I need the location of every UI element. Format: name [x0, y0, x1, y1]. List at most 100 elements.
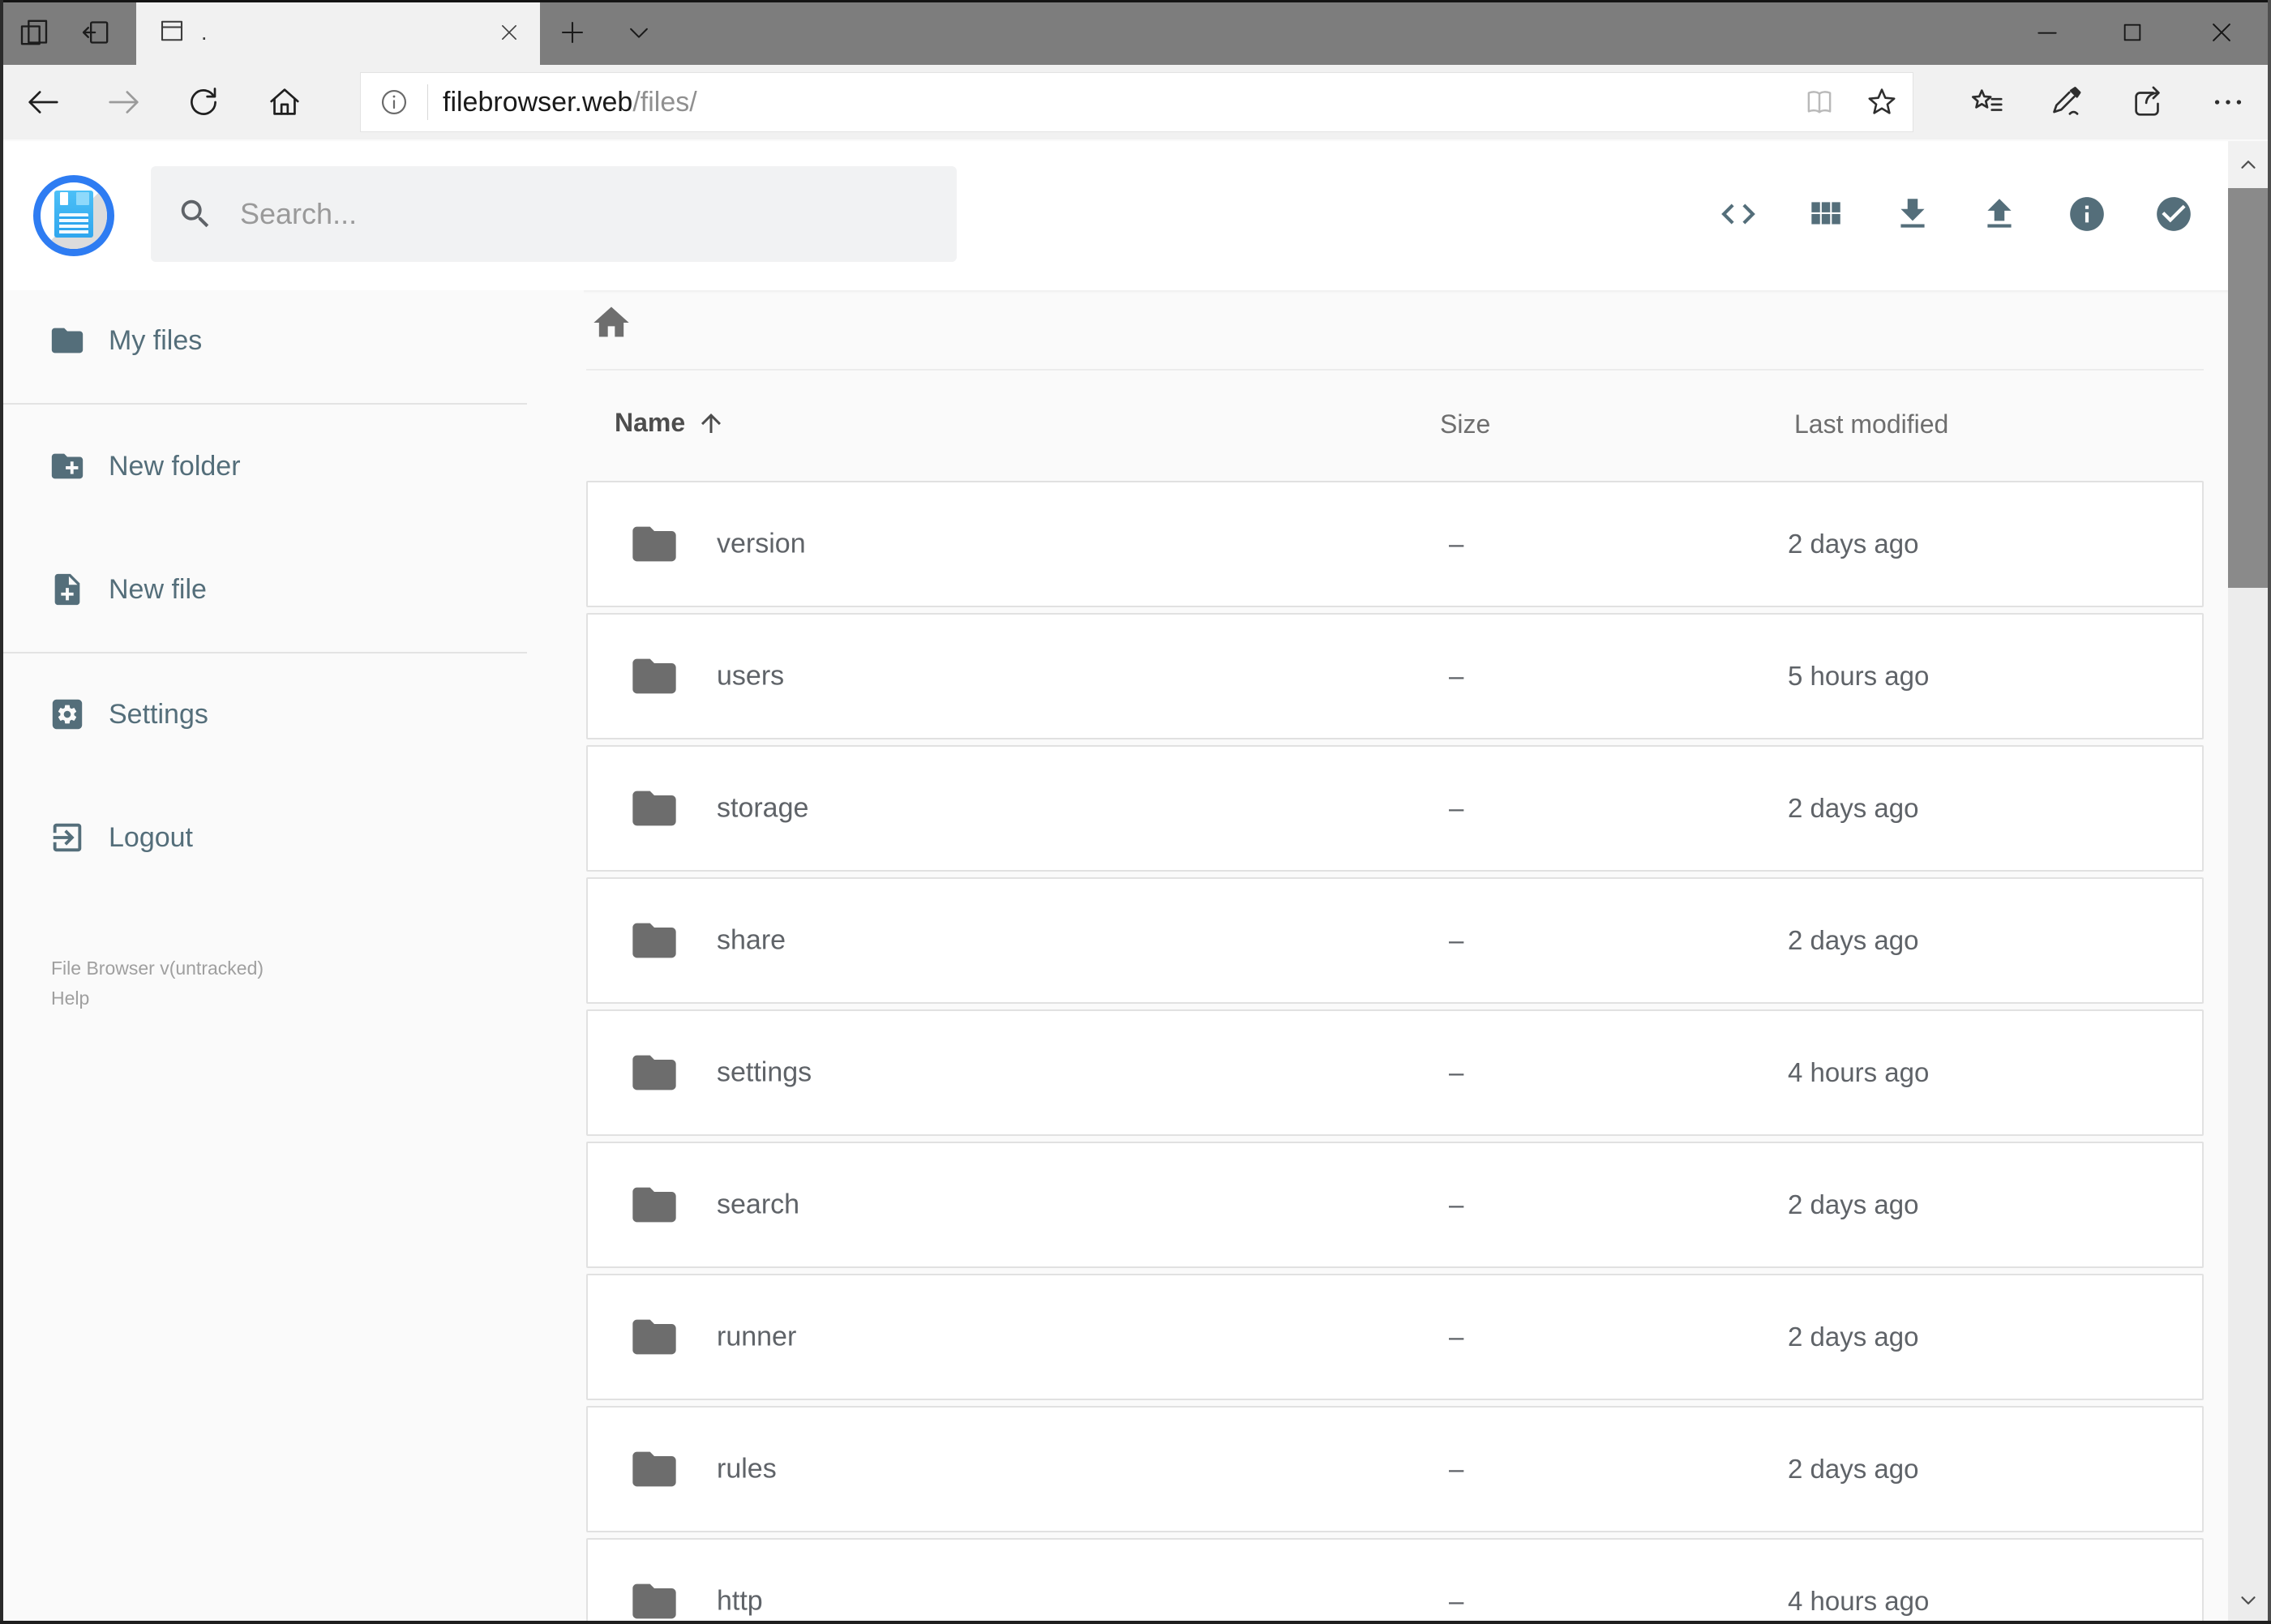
scroll-down-icon[interactable] — [2228, 1577, 2268, 1624]
add-favorite-star-icon[interactable] — [1864, 84, 1900, 120]
folder-icon — [632, 1187, 676, 1223]
file-size: – — [1449, 793, 1464, 823]
scrollbar-thumb[interactable] — [2228, 188, 2268, 588]
minimize-icon[interactable] — [2025, 11, 2070, 54]
column-header-size[interactable]: Size — [1440, 409, 1490, 439]
sidebar-item-label: New file — [109, 573, 207, 605]
search-icon — [181, 199, 209, 228]
file-row[interactable]: share – 2 days ago — [586, 877, 2204, 1004]
file-size: – — [1449, 1586, 1464, 1616]
file-row[interactable]: runner – 2 days ago — [586, 1274, 2204, 1400]
file-size: – — [1449, 1189, 1464, 1219]
search-box[interactable] — [151, 166, 957, 262]
reading-view-icon[interactable] — [1802, 85, 1836, 119]
window-border-right — [2268, 0, 2271, 1624]
sidebar-item-new-folder[interactable]: New folder — [0, 439, 568, 493]
folder-icon — [632, 1451, 676, 1487]
file-modified: 2 days ago — [1788, 529, 1919, 559]
breadcrumb-home-icon[interactable] — [590, 302, 632, 348]
forward-icon[interactable] — [105, 84, 143, 121]
file-modified: 4 hours ago — [1788, 1586, 1930, 1616]
file-name: storage — [717, 792, 809, 824]
sidebar-item-label: Logout — [109, 821, 193, 853]
settings-more-icon[interactable] — [2209, 84, 2247, 121]
window-border-bottom — [0, 1621, 2271, 1624]
file-name: http — [717, 1585, 763, 1617]
page-icon — [157, 16, 186, 49]
folder-icon — [632, 923, 676, 958]
file-modified: 2 days ago — [1788, 925, 1919, 955]
tab-dropdown-icon[interactable] — [618, 11, 660, 54]
file-size: – — [1449, 1454, 1464, 1484]
web-notes-pen-icon[interactable] — [2049, 84, 2086, 121]
file-name: search — [717, 1189, 800, 1220]
back-icon[interactable] — [24, 84, 62, 121]
maximize-icon[interactable] — [2110, 11, 2155, 54]
tab-close-icon[interactable] — [498, 21, 521, 44]
search-input[interactable] — [238, 196, 941, 232]
column-header-name[interactable]: Name — [615, 408, 726, 438]
titlebar: . — [0, 0, 2271, 65]
new-tab-icon[interactable] — [551, 11, 593, 54]
scroll-up-icon[interactable] — [2228, 141, 2268, 188]
listing-header: Name Size Last modified — [586, 408, 2204, 447]
refresh-icon[interactable] — [185, 84, 222, 121]
share-icon[interactable] — [2129, 84, 2166, 121]
sidebar-item-label: New folder — [109, 450, 241, 482]
file-name: rules — [717, 1453, 777, 1485]
close-window-icon[interactable] — [2199, 11, 2244, 54]
vertical-scrollbar — [2228, 141, 2268, 1624]
url-text: filebrowser.web/files/ — [443, 87, 697, 118]
code-icon[interactable] — [1718, 194, 1759, 234]
settings-gear-icon — [52, 699, 83, 730]
address-bar[interactable]: filebrowser.web/files/ — [360, 72, 1913, 132]
set-tabs-aside-icon[interactable] — [75, 11, 117, 54]
check-circle-icon[interactable] — [2153, 194, 2194, 234]
url-path: /files/ — [632, 86, 697, 118]
sidebar-item-new-file[interactable]: New file — [0, 563, 568, 616]
browser-tab[interactable]: . — [136, 0, 540, 65]
folder-icon — [632, 1055, 676, 1091]
upload-icon[interactable] — [1979, 194, 2020, 234]
site-info-icon[interactable] — [379, 87, 409, 118]
file-modified: 2 days ago — [1788, 1454, 1919, 1484]
file-row[interactable]: settings – 4 hours ago — [586, 1009, 2204, 1136]
sidebar-item-my-files[interactable]: My files — [0, 314, 568, 367]
file-name: share — [717, 924, 786, 956]
tab-preview-icon[interactable] — [13, 11, 55, 54]
info-icon[interactable] — [2067, 194, 2107, 234]
floppy-disk-icon — [54, 191, 93, 238]
tab-title: . — [201, 19, 208, 45]
file-name: settings — [717, 1056, 812, 1088]
window-border-top — [0, 0, 2271, 2]
sidebar-item-logout[interactable]: Logout — [0, 811, 568, 864]
sort-ascending-icon — [701, 413, 722, 433]
column-header-modified[interactable]: Last modified — [1794, 409, 1948, 439]
file-row[interactable]: http – 4 hours ago — [586, 1538, 2204, 1624]
file-name: version — [717, 528, 806, 559]
file-row[interactable]: rules – 2 days ago — [586, 1406, 2204, 1532]
home-icon[interactable] — [266, 84, 303, 121]
file-name: runner — [717, 1321, 797, 1352]
folder-icon — [51, 328, 84, 354]
file-modified: 5 hours ago — [1788, 661, 1930, 691]
file-modified: 2 days ago — [1788, 1322, 1919, 1352]
url-host: filebrowser.web — [443, 86, 633, 118]
create-file-icon — [54, 573, 80, 606]
file-row[interactable]: storage – 2 days ago — [586, 745, 2204, 872]
file-modified: 2 days ago — [1788, 793, 1919, 823]
sidebar-item-settings[interactable]: Settings — [0, 688, 568, 741]
logout-icon — [53, 823, 82, 852]
file-row[interactable]: version – 2 days ago — [586, 481, 2204, 607]
download-icon[interactable] — [1892, 194, 1933, 234]
file-row[interactable]: users – 5 hours ago — [586, 613, 2204, 739]
file-row[interactable]: search – 2 days ago — [586, 1142, 2204, 1268]
file-size: – — [1449, 1322, 1464, 1352]
grid-view-icon[interactable] — [1805, 194, 1845, 234]
help-link[interactable]: Help — [51, 983, 264, 1013]
sidebar-footer: File Browser v(untracked) Help — [51, 953, 264, 1013]
file-modified: 2 days ago — [1788, 1189, 1919, 1219]
filebrowser-header — [0, 141, 2271, 290]
favorites-hub-icon[interactable] — [1969, 84, 2006, 121]
file-size: – — [1449, 661, 1464, 691]
